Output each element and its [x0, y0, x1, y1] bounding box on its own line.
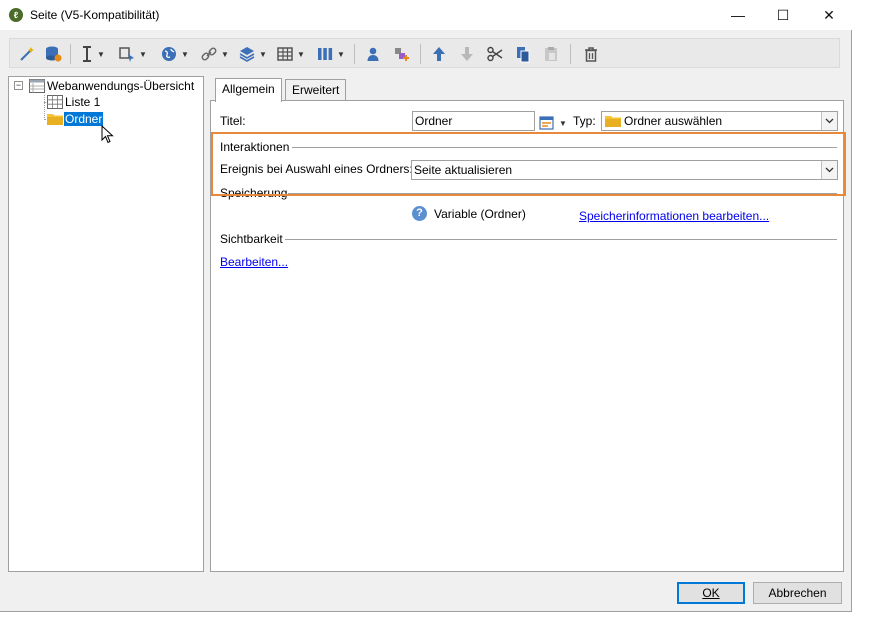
type-label: Typ:: [573, 114, 596, 128]
globe-icon[interactable]: ▼: [160, 44, 189, 64]
tree-folder-label: Ordner: [64, 112, 104, 126]
storage-variable-text: Variable (Ordner): [434, 207, 526, 221]
copy-icon[interactable]: [514, 44, 532, 64]
tree-item-list[interactable]: Liste 1: [47, 94, 100, 110]
chevron-down-icon[interactable]: [821, 112, 837, 130]
mouse-cursor-icon: [101, 125, 114, 144]
help-icon: ?: [412, 206, 427, 221]
event-select-value: Seite aktualisieren: [414, 163, 513, 177]
type-select-value: Ordner auswählen: [624, 114, 723, 128]
move-up-icon[interactable]: [430, 44, 448, 64]
add-component-icon[interactable]: [392, 44, 410, 64]
dialog-window: ℓ Seite (V5-Kompatibilität) — ☐ ✕ ▼ ▼ ▼ …: [0, 0, 852, 612]
title-label: Titel:: [220, 114, 246, 128]
tree-root-label: Webanwendungs-Übersicht: [47, 79, 195, 93]
ok-button-label: OK: [702, 586, 720, 600]
text-field-icon[interactable]: ▼: [80, 44, 105, 64]
section-visibility: Sichtbarkeit: [220, 232, 283, 246]
list-grid-icon: [47, 95, 63, 109]
section-storage: Speicherung: [220, 186, 288, 200]
edit-visibility-link[interactable]: Bearbeiten...: [220, 255, 288, 269]
delete-icon[interactable]: [582, 44, 600, 64]
page-overview-icon: [29, 79, 45, 93]
tree-item-root[interactable]: Webanwendungs-Übersicht: [29, 78, 194, 94]
input-control-icon[interactable]: ▼: [118, 44, 147, 64]
event-select[interactable]: Seite aktualisieren: [411, 160, 838, 180]
tab-allgemein[interactable]: Allgemein: [215, 78, 282, 102]
chevron-down-icon[interactable]: [821, 161, 837, 179]
wizard-wand-icon[interactable]: [18, 44, 36, 64]
edit-storage-link[interactable]: Speicherinformationen bearbeiten...: [579, 209, 769, 223]
tree-item-folder[interactable]: Ordner: [47, 111, 104, 127]
container-icon[interactable]: ▼: [238, 44, 267, 64]
database-icon[interactable]: [44, 44, 62, 64]
navigation-tree: − Webanwendungs-Übersicht Liste 1 Ordner: [8, 76, 204, 572]
title-input[interactable]: Ordner: [412, 111, 535, 131]
columns-icon[interactable]: ▼: [316, 44, 345, 64]
toolbar: ▼ ▼ ▼ ▼ ▼ ▼ ▼: [9, 38, 840, 68]
tree-list-label: Liste 1: [65, 95, 101, 109]
paste-icon[interactable]: [542, 44, 560, 64]
app-icon: ℓ: [9, 8, 23, 22]
collapse-icon[interactable]: −: [14, 81, 23, 90]
folder-icon: [47, 114, 63, 125]
cut-icon[interactable]: [486, 44, 504, 64]
user-icon[interactable]: [364, 44, 382, 64]
close-button[interactable]: ✕: [806, 0, 852, 30]
minimize-button[interactable]: —: [715, 0, 761, 30]
move-down-icon[interactable]: [458, 44, 476, 64]
title-bar: ℓ Seite (V5-Kompatibilität) — ☐ ✕: [0, 0, 852, 30]
ok-button[interactable]: OK: [677, 582, 745, 604]
cancel-button-label: Abbrechen: [768, 586, 827, 600]
event-label: Ereignis bei Auswahl eines Ordners:: [220, 162, 413, 176]
section-interactions: Interaktionen: [220, 140, 290, 154]
link-icon[interactable]: ▼: [200, 44, 229, 64]
cancel-button[interactable]: Abbrechen: [753, 582, 842, 604]
window-title: Seite (V5-Kompatibilität): [30, 8, 160, 22]
type-select[interactable]: Ordner auswählen: [601, 111, 838, 131]
tab-erweitert[interactable]: Erweitert: [285, 79, 347, 101]
maximize-button[interactable]: ☐: [760, 0, 806, 30]
calendar-icon[interactable]: ▼: [539, 113, 567, 133]
folder-icon: [605, 116, 621, 127]
table-icon[interactable]: ▼: [276, 44, 305, 64]
